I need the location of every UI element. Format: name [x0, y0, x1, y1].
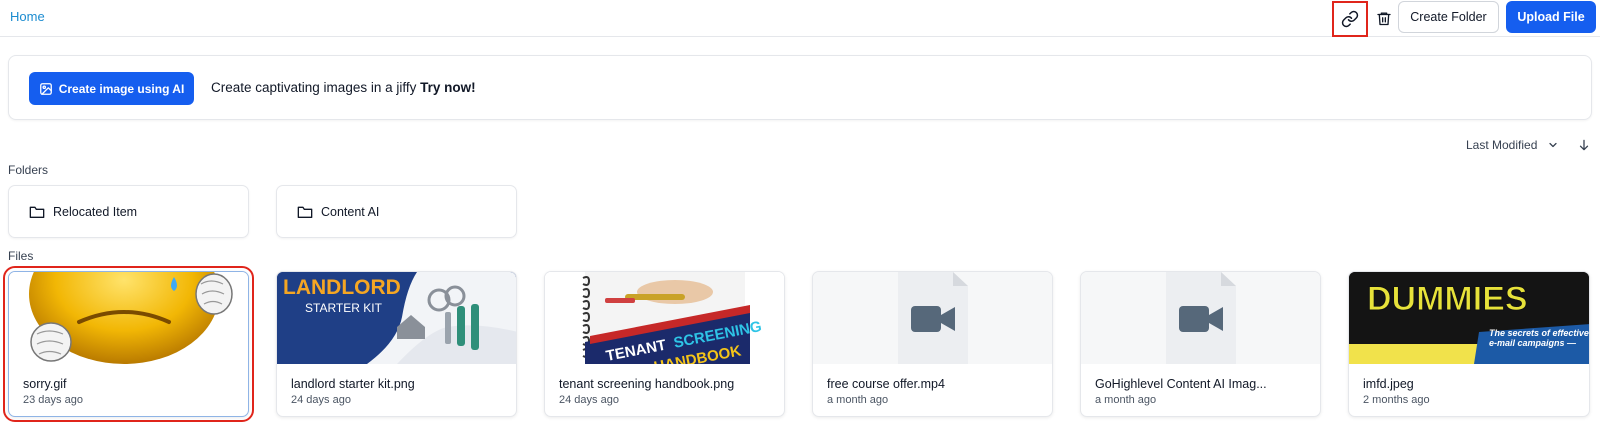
top-bar: Home Create Folder Upload File — [0, 0, 1600, 37]
file-thumbnail: LANDLORD STARTER KIT — [277, 272, 516, 364]
file-card[interactable]: LANDLORD STARTER KIT landlord starter ki… — [276, 271, 517, 417]
sort-dropdown[interactable]: Last Modified — [1466, 138, 1559, 152]
file-card[interactable]: sorry.gif 23 days ago — [3, 266, 254, 422]
ai-promo-banner: Create image using AI Create captivating… — [8, 55, 1592, 120]
file-modified-time: 23 days ago — [23, 394, 83, 406]
trash-icon — [1377, 12, 1391, 25]
file-name: sorry.gif — [23, 377, 67, 391]
file-modified-time: a month ago — [827, 394, 889, 406]
file-thumbnail: TENANT SCREENING HANDBOOK — [545, 272, 784, 364]
file-name: GoHighlevel Content AI Imag... — [1095, 377, 1267, 391]
landlord-thumb-title: LANDLORD — [283, 276, 401, 299]
sort-direction-button[interactable] — [1577, 138, 1591, 157]
folder-icon — [297, 206, 313, 218]
create-folder-button[interactable]: Create Folder — [1398, 1, 1499, 33]
link-icon — [1341, 10, 1359, 28]
file-name: imfd.jpeg — [1363, 377, 1414, 391]
file-name: tenant screening handbook.png — [559, 377, 735, 391]
create-image-ai-button[interactable]: Create image using AI — [29, 72, 194, 105]
folder-name: Relocated Item — [53, 204, 138, 219]
landlord-kit-image: LANDLORD STARTER KIT — [277, 272, 516, 364]
banner-description: Create captivating images in a jiffy — [211, 80, 417, 95]
folder-card[interactable]: Content AI — [276, 185, 517, 238]
file-thumbnail — [1081, 272, 1320, 364]
folder-name: Content AI — [321, 204, 380, 219]
folders-heading: Folders — [8, 163, 49, 177]
banner-text: Create captivating images in a jiffy Try… — [211, 80, 476, 95]
create-image-ai-label: Create image using AI — [58, 81, 185, 96]
files-heading: Files — [8, 249, 34, 263]
file-card[interactable]: GoHighlevel Content AI Imag... a month a… — [1080, 271, 1321, 417]
file-name: landlord starter kit.png — [291, 377, 415, 391]
sort-label: Last Modified — [1466, 138, 1538, 152]
chevron-down-icon — [1549, 142, 1557, 148]
folder-card[interactable]: Relocated Item — [8, 185, 249, 238]
video-file-icon — [898, 272, 968, 364]
dummies-thumb-subtitle: The secrets of effective e-mail campaign… — [1489, 328, 1589, 348]
tenant-handbook-image: TENANT SCREENING HANDBOOK — [545, 272, 784, 364]
file-name: free course offer.mp4 — [827, 377, 945, 391]
breadcrumb-home[interactable]: Home — [10, 9, 45, 24]
delete-button[interactable] — [1369, 4, 1399, 32]
try-now-link[interactable]: Try now! — [420, 80, 476, 95]
file-thumbnail — [813, 272, 1052, 364]
file-modified-time: 2 months ago — [1363, 394, 1430, 406]
file-card[interactable]: TENANT SCREENING HANDBOOK tenant screeni… — [544, 271, 785, 417]
image-icon — [39, 82, 52, 95]
folder-icon — [29, 206, 45, 218]
file-thumbnail — [9, 272, 248, 364]
dummies-thumb-title: DUMMIES — [1367, 280, 1528, 318]
file-thumbnail: DUMMIES The secrets of effective e-mail … — [1349, 272, 1589, 364]
video-file-icon — [1166, 272, 1236, 364]
landlord-thumb-subtitle: STARTER KIT — [305, 301, 383, 315]
file-card[interactable]: free course offer.mp4 a month ago — [812, 271, 1053, 417]
sad-emoji-image — [29, 272, 233, 364]
dummies-book-image: DUMMIES The secrets of effective e-mail … — [1349, 272, 1589, 364]
upload-file-button[interactable]: Upload File — [1506, 1, 1596, 33]
file-card[interactable]: DUMMIES The secrets of effective e-mail … — [1348, 271, 1590, 417]
file-modified-time: 24 days ago — [559, 394, 619, 406]
arrow-down-icon — [1579, 139, 1589, 151]
file-modified-time: 24 days ago — [291, 394, 351, 406]
file-modified-time: a month ago — [1095, 394, 1157, 406]
copy-link-button[interactable] — [1332, 1, 1368, 37]
